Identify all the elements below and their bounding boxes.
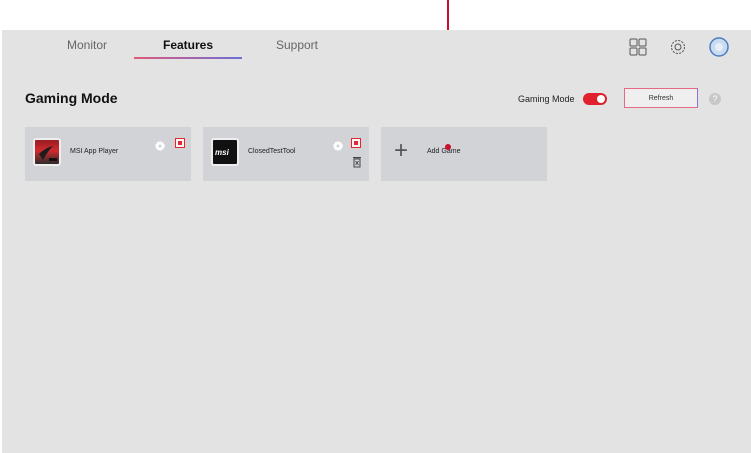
annotation-marker	[445, 144, 451, 150]
game-card[interactable]: MSI App Player	[25, 127, 191, 181]
help-icon[interactable]: ?	[709, 93, 721, 105]
svg-text:msi: msi	[215, 148, 230, 157]
tab-features[interactable]: Features	[138, 38, 238, 52]
game-thumbnail	[33, 138, 61, 166]
game-settings-icon[interactable]	[155, 138, 165, 151]
game-stop-button[interactable]	[175, 138, 185, 148]
gaming-mode-toggle[interactable]	[583, 93, 607, 105]
plus-icon: +	[394, 137, 409, 164]
grid-icon[interactable]	[629, 38, 651, 60]
game-card[interactable]: msi ClosedTestTool	[203, 127, 369, 181]
game-thumbnail: msi	[211, 138, 239, 166]
profile-icon[interactable]	[709, 37, 731, 59]
tab-support[interactable]: Support	[247, 38, 347, 52]
game-name: ClosedTestTool	[248, 148, 296, 155]
add-game-card[interactable]: + Add Game	[381, 127, 547, 181]
trash-icon[interactable]	[352, 155, 362, 168]
game-name: MSI App Player	[70, 148, 119, 155]
active-tab-indicator	[134, 57, 242, 59]
app-window: Monitor Features Support Gaming Mode Gam…	[2, 30, 751, 453]
tab-monitor[interactable]: Monitor	[37, 38, 137, 52]
game-settings-icon[interactable]	[333, 138, 343, 151]
page-title: Gaming Mode	[25, 90, 118, 106]
game-stop-button[interactable]	[351, 138, 361, 148]
settings-icon[interactable]	[669, 38, 691, 60]
refresh-button[interactable]: Refresh	[624, 88, 698, 108]
gaming-mode-label: Gaming Mode	[518, 94, 575, 104]
add-game-label: Add Game	[427, 148, 461, 155]
